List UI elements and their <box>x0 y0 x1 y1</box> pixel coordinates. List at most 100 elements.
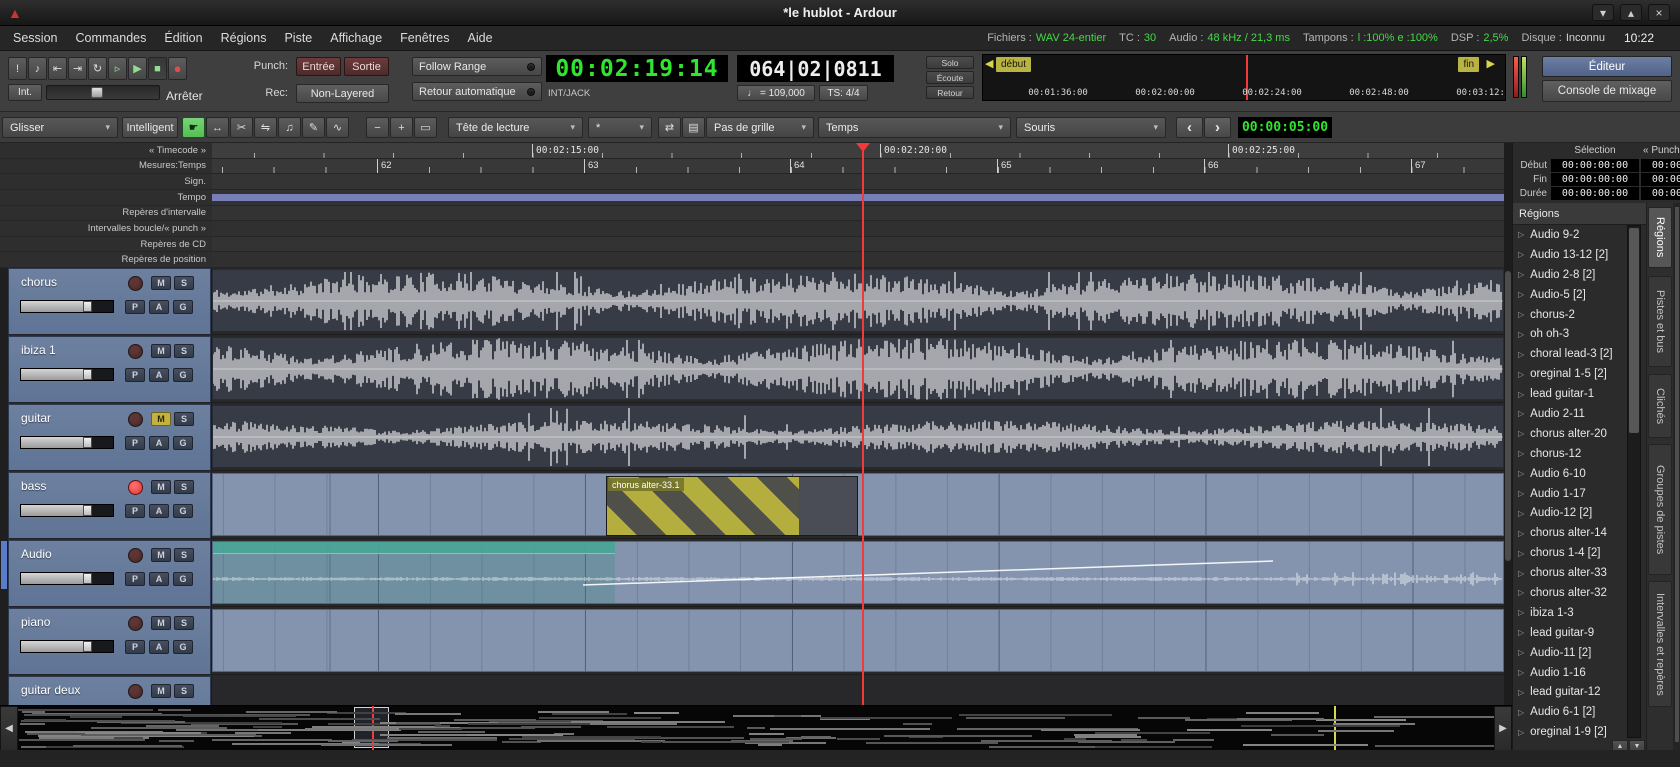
regions-list-header[interactable]: Régions <box>1513 203 1646 225</box>
fader-handle[interactable] <box>83 641 92 652</box>
fader-handle[interactable] <box>83 437 92 448</box>
solo-button[interactable]: S <box>174 684 194 698</box>
time-signature-button[interactable]: TS: 4/4 <box>819 85 868 101</box>
automation-button[interactable]: A <box>149 368 169 382</box>
mute-button[interactable]: M <box>151 684 171 698</box>
expander-icon[interactable]: ▷ <box>1518 509 1524 518</box>
stop-button[interactable]: ■ <box>148 57 167 80</box>
gain-fader[interactable] <box>20 572 114 585</box>
record-button[interactable]: ● <box>168 57 187 80</box>
audio-region[interactable] <box>212 337 1504 400</box>
record-arm-button[interactable] <box>128 548 143 563</box>
scrollbar-thumb[interactable] <box>1505 271 1511 561</box>
group-tab[interactable] <box>1 541 7 589</box>
expander-icon[interactable]: ▷ <box>1518 330 1524 339</box>
record-arm-button[interactable] <box>128 276 143 291</box>
grab-tool[interactable]: ☛ <box>182 117 205 138</box>
gain-fader[interactable] <box>20 300 114 313</box>
goto-end-button[interactable]: ⇥ <box>68 57 87 80</box>
playlist-button[interactable]: P <box>125 368 145 382</box>
shuttle-slider[interactable] <box>46 85 160 100</box>
fader-handle[interactable] <box>83 369 92 380</box>
record-arm-button[interactable] <box>128 480 143 495</box>
region-list-item[interactable]: ▷oreginal 1-9 [2] <box>1513 722 1627 742</box>
region-list-item[interactable]: ▷choral lead-3 [2] <box>1513 344 1627 364</box>
automation-button[interactable]: A <box>149 436 169 450</box>
track-lane-ibiza-1[interactable] <box>212 336 1504 403</box>
expander-icon[interactable]: ▷ <box>1518 270 1524 279</box>
dragged-region[interactable]: chorus alter-33.1 <box>606 476 858 536</box>
cut-tool[interactable]: ✂ <box>230 117 253 138</box>
expander-icon[interactable]: ▷ <box>1518 549 1524 558</box>
snap-preset-select[interactable]: * ▾ <box>588 117 652 138</box>
audio-region[interactable] <box>212 541 1504 604</box>
record-arm-button[interactable] <box>128 344 143 359</box>
selection-clock[interactable]: 00:00:00:00 <box>1551 187 1639 200</box>
secondary-clock[interactable]: 064|02|0811 <box>737 55 894 82</box>
region-list-item[interactable]: ▷Audio 9-2 <box>1513 225 1627 245</box>
side-panel-scrollbar[interactable] <box>1673 203 1680 753</box>
auto-return-toggle[interactable]: Retour automatique <box>412 82 542 101</box>
playlist-button[interactable]: P <box>125 504 145 518</box>
playlist-button[interactable]: P <box>125 436 145 450</box>
region-list-item[interactable]: ▷Audio 13-12 [2] <box>1513 245 1627 265</box>
audio-region[interactable] <box>212 609 1504 672</box>
summary-scroll-left-button[interactable]: ◀ <box>0 706 18 751</box>
record-arm-button[interactable] <box>128 616 143 631</box>
midi-panic-button[interactable]: ! <box>8 57 27 80</box>
ruler-row-7[interactable] <box>212 252 1504 268</box>
region-list-item[interactable]: ▷ibiza 1-3 <box>1513 603 1627 623</box>
region-list-item[interactable]: ▷chorus 1-4 [2] <box>1513 543 1627 563</box>
expander-icon[interactable]: ▷ <box>1518 569 1524 578</box>
mixer-window-button[interactable]: Console de mixage <box>1542 80 1672 102</box>
ruler-row-6[interactable] <box>212 237 1504 253</box>
ruler-row-2[interactable] <box>212 174 1504 190</box>
side-tab-clich-s[interactable]: Clichés <box>1648 374 1672 438</box>
region-list-item[interactable]: ▷Audio-11 [2] <box>1513 643 1627 663</box>
audio-region[interactable] <box>212 405 1504 468</box>
grid-mode-select[interactable]: Pas de grille ▾ <box>706 117 814 138</box>
automation-button[interactable]: A <box>149 300 169 314</box>
zoom-fit-button[interactable]: ▭ <box>414 117 437 138</box>
shuttle-handle[interactable] <box>91 87 103 98</box>
minimize-button[interactable]: ▾ <box>1592 4 1614 21</box>
region-list-item[interactable]: ▷lead guitar-1 <box>1513 384 1627 404</box>
region-list-item[interactable]: ▷chorus-2 <box>1513 305 1627 325</box>
region-list-item[interactable]: ▷oh oh-3 <box>1513 324 1627 344</box>
audition-tool[interactable]: ♫ <box>278 117 301 138</box>
group-button[interactable]: G <box>173 436 193 450</box>
menu-item[interactable]: Affichage <box>321 26 391 50</box>
playlist-button[interactable]: P <box>125 572 145 586</box>
playhead-marker-icon[interactable] <box>856 143 870 152</box>
track-lane-chorus[interactable] <box>212 268 1504 335</box>
expander-icon[interactable]: ▷ <box>1518 449 1524 458</box>
expander-icon[interactable]: ▷ <box>1518 708 1524 717</box>
record-arm-button[interactable] <box>128 412 143 427</box>
mini-timeline[interactable]: ◀ début fin ▶ 00:01:36:0000:02:00:0000:0… <box>982 54 1506 101</box>
punch-clock[interactable]: 00:00:00:00 <box>1641 173 1680 186</box>
grid-type-select[interactable]: Temps ▾ <box>818 117 1011 138</box>
edit-point-select[interactable]: Souris ▾ <box>1016 117 1166 138</box>
region-list-item[interactable]: ▷Audio 2-8 [2] <box>1513 265 1627 285</box>
audio-region[interactable] <box>212 269 1504 332</box>
region-list-item[interactable]: ▷Audio 1-16 <box>1513 663 1627 683</box>
expander-icon[interactable]: ▷ <box>1518 429 1524 438</box>
group-button[interactable]: G <box>173 640 193 654</box>
expander-icon[interactable]: ▷ <box>1518 489 1524 498</box>
expander-icon[interactable]: ▷ <box>1518 350 1524 359</box>
solo-button[interactable]: Solo <box>926 56 974 69</box>
track-lane-guitar[interactable] <box>212 404 1504 471</box>
range-tool[interactable]: ↔ <box>206 117 229 138</box>
expander-icon[interactable]: ▷ <box>1518 390 1524 399</box>
track-lane-bass[interactable]: chorus alter-33.1 <box>212 472 1504 539</box>
region-list-item[interactable]: ▷Audio 1-17 <box>1513 484 1627 504</box>
expander-icon[interactable]: ▷ <box>1518 648 1524 657</box>
close-button[interactable]: × <box>1648 4 1670 21</box>
stretch-tool[interactable]: ⇋ <box>254 117 277 138</box>
ruler-row-3[interactable] <box>212 190 1504 206</box>
expander-icon[interactable]: ▷ <box>1518 588 1524 597</box>
gain-fader[interactable] <box>20 436 114 449</box>
track-lane-audio[interactable] <box>212 540 1504 607</box>
track-header-ibiza-1[interactable]: ibiza 1MSPAG <box>8 336 211 403</box>
expander-icon[interactable]: ▷ <box>1518 529 1524 538</box>
